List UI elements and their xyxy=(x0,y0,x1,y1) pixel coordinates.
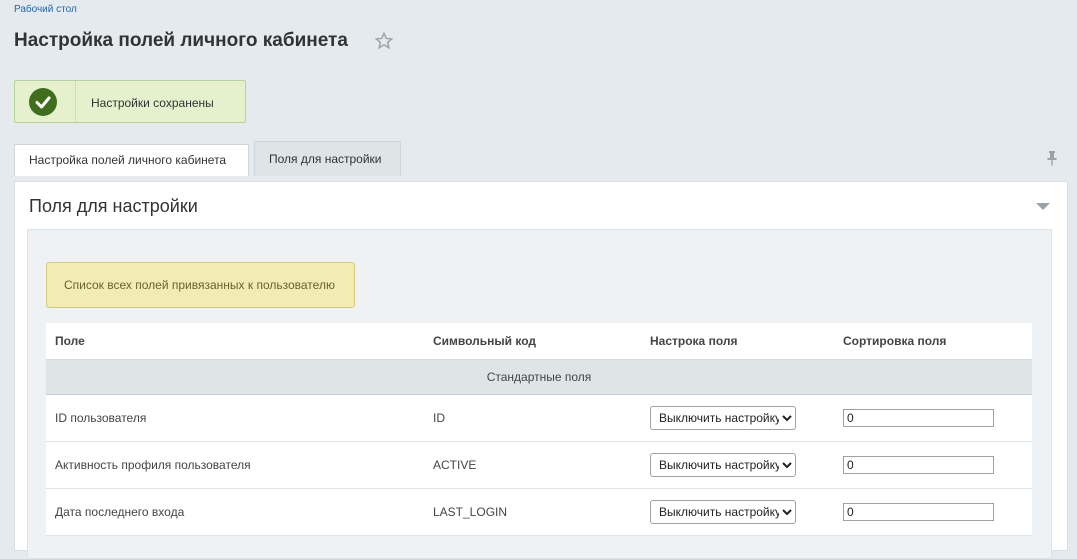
column-header-sort: Сортировка поля xyxy=(834,323,1032,360)
notice-text: Настройки сохранены xyxy=(91,96,214,110)
field-code: LAST_LOGIN xyxy=(424,488,641,536)
field-setting-select[interactable]: Выключить настройку xyxy=(650,500,796,524)
field-setting-cell: Выключить настройку xyxy=(641,441,834,489)
breadcrumb[interactable]: Рабочий стол xyxy=(14,4,77,15)
field-setting-cell: Выключить настройку xyxy=(641,394,834,442)
field-setting-cell: Выключить настройку xyxy=(641,488,834,536)
field-code: ID xyxy=(424,394,641,442)
field-sort-cell xyxy=(834,488,1032,536)
field-sort-input[interactable] xyxy=(843,503,994,521)
field-name: Активность профиля пользователя xyxy=(46,441,424,489)
group-row: Стандартные поля xyxy=(46,359,1032,395)
column-header-field: Поле xyxy=(46,323,424,360)
page-title: Настройка полей личного кабинета xyxy=(14,30,348,51)
field-code: ACTIVE xyxy=(424,441,641,489)
table-row: Активность профиля пользователя ACTIVE В… xyxy=(46,441,1032,489)
field-name: ID пользователя xyxy=(46,394,424,442)
table-header-row: Поле Символьный код Настрока поля Сортир… xyxy=(46,323,1032,360)
info-hint: Список всех полей привязанных к пользова… xyxy=(46,262,355,308)
saved-notice: Настройки сохранены xyxy=(14,80,246,123)
column-header-setting: Настрока поля xyxy=(641,323,834,360)
settings-panel: Поля для настройки Список всех полей при… xyxy=(14,181,1068,559)
field-sort-cell xyxy=(834,394,1032,442)
field-sort-input[interactable] xyxy=(843,409,994,427)
checkmark-icon xyxy=(29,88,57,116)
field-setting-select[interactable]: Выключить настройку xyxy=(650,453,796,477)
panel-content: Список всех полей привязанных к пользова… xyxy=(27,229,1052,559)
notice-icon-area xyxy=(15,81,76,122)
tab-fields-to-configure[interactable]: Поля для настройки xyxy=(254,141,401,176)
group-label: Стандартные поля xyxy=(46,359,1032,395)
pin-icon[interactable] xyxy=(1045,150,1059,166)
table-row: Дата последнего входа LAST_LOGIN Выключи… xyxy=(46,488,1032,536)
field-sort-input[interactable] xyxy=(843,456,994,474)
field-setting-select[interactable]: Выключить настройку xyxy=(650,406,796,430)
field-sort-cell xyxy=(834,441,1032,489)
star-icon[interactable] xyxy=(375,32,393,50)
tab-profile-fields-settings[interactable]: Настройка полей личного кабинета xyxy=(14,144,249,176)
panel-title: Поля для настройки xyxy=(29,196,198,216)
triangle-down-icon[interactable] xyxy=(1035,202,1051,212)
table-row: ID пользователя ID Выключить настройку xyxy=(46,394,1032,442)
column-header-code: Символьный код xyxy=(424,323,641,360)
field-name: Дата последнего входа xyxy=(46,488,424,536)
fields-table: Поле Символьный код Настрока поля Сортир… xyxy=(46,323,1032,536)
